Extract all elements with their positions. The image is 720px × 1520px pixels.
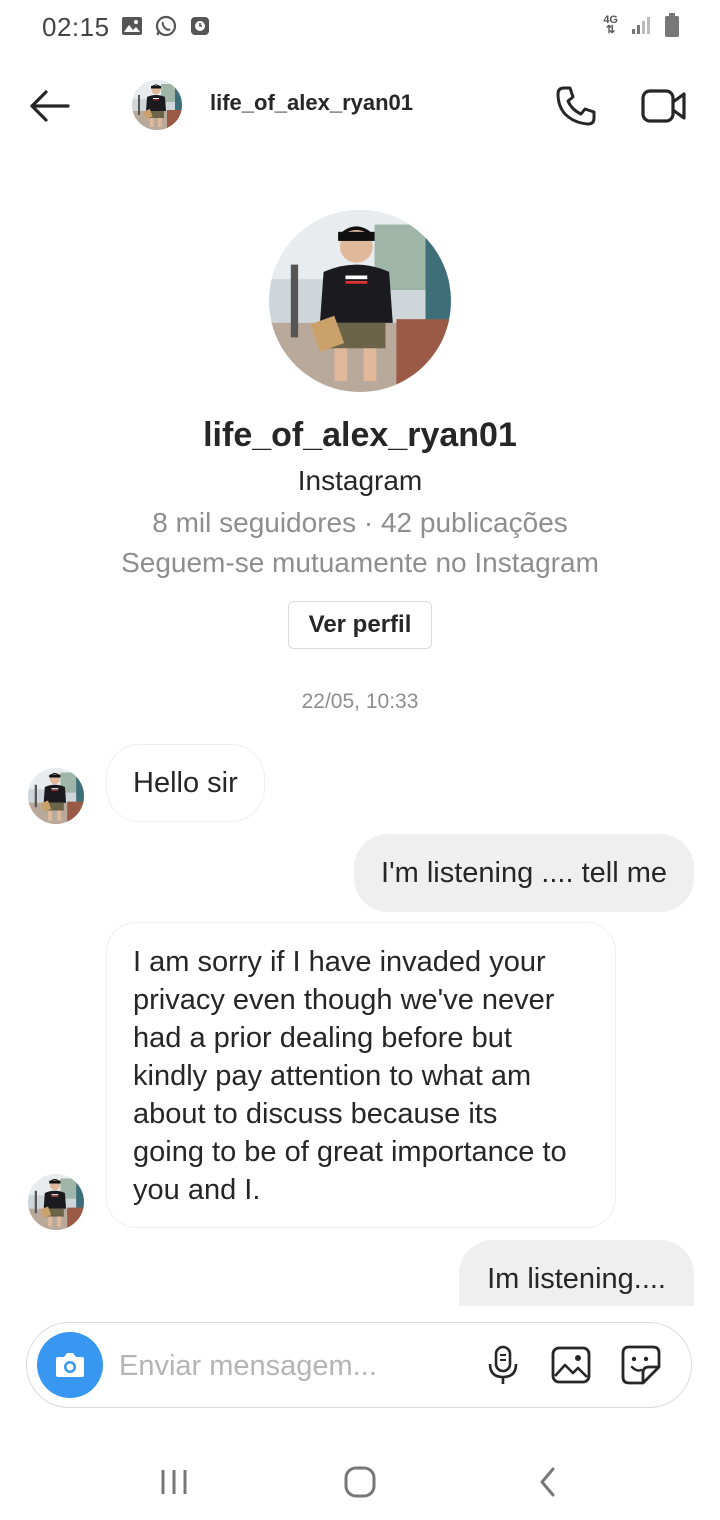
gallery-icon[interactable]	[549, 1343, 593, 1387]
header-avatar[interactable]	[132, 80, 182, 130]
clock-icon	[191, 17, 209, 35]
message-line: going to be of great importance to	[133, 1136, 567, 1168]
message-line: about to discuss because its	[133, 1098, 498, 1130]
microphone-icon[interactable]	[481, 1343, 525, 1387]
incoming-message: Hello sir	[106, 744, 265, 822]
outgoing-message: Im listening....	[459, 1240, 694, 1306]
back-icon[interactable]	[526, 1460, 570, 1504]
network-indicator: 4G ⇅	[603, 14, 618, 36]
message-composer	[26, 1322, 692, 1408]
outgoing-message: I'm listening .... tell me	[354, 834, 694, 912]
home-icon[interactable]	[338, 1460, 382, 1504]
message-line: I am sorry if I have invaded your	[133, 946, 546, 978]
signal-icon	[632, 17, 650, 34]
message-timestamp: 22/05, 10:33	[301, 690, 419, 713]
camera-icon	[56, 1353, 84, 1377]
notification-icons	[120, 14, 212, 38]
message-input[interactable]	[117, 1343, 481, 1389]
phone-icon[interactable]	[552, 82, 600, 130]
message-line: kindly pay attention to what am	[133, 1060, 532, 1092]
incoming-message: I am sorry if I have invaded your privac…	[106, 922, 616, 1228]
sender-avatar[interactable]	[28, 1174, 84, 1230]
image-icon	[122, 17, 142, 35]
profile-mutual-status: Seguem-se mutuamente no Instagram	[121, 547, 599, 578]
system-nav-bar	[0, 1440, 720, 1520]
back-arrow-icon[interactable]	[22, 82, 74, 130]
recent-apps-icon[interactable]	[152, 1460, 196, 1504]
message-text: Im listening....	[487, 1263, 666, 1295]
sticker-icon[interactable]	[619, 1343, 663, 1387]
view-profile-button[interactable]: Ver perfil	[287, 601, 433, 649]
message-line: had a prior dealing before but	[133, 1022, 512, 1054]
message-text: I'm listening .... tell me	[381, 857, 667, 889]
profile-card: life_of_alex_ryan01 Instagram 8 mil segu…	[0, 210, 720, 649]
message-line: you and I.	[133, 1174, 261, 1206]
profile-stats: 8 mil seguidores · 42 publicações	[152, 507, 568, 538]
message-line: privacy even though we've never	[133, 984, 555, 1016]
chat-header: life_of_alex_ryan01	[0, 68, 720, 144]
whatsapp-icon	[155, 15, 177, 37]
status-time: 02:15	[42, 12, 110, 42]
sender-avatar[interactable]	[28, 768, 84, 824]
profile-platform: Instagram	[297, 465, 423, 496]
message-text: Hello sir	[133, 767, 238, 799]
battery-icon	[665, 13, 679, 37]
profile-name: life_of_alex_ryan01	[203, 416, 517, 454]
video-camera-icon[interactable]	[638, 82, 690, 130]
camera-button[interactable]	[37, 1332, 103, 1398]
status-bar: 02:15 4G ⇅	[0, 0, 720, 56]
header-username[interactable]: life_of_alex_ryan01	[210, 90, 413, 116]
profile-avatar[interactable]	[269, 210, 451, 392]
status-right: 4G ⇅	[603, 12, 680, 38]
